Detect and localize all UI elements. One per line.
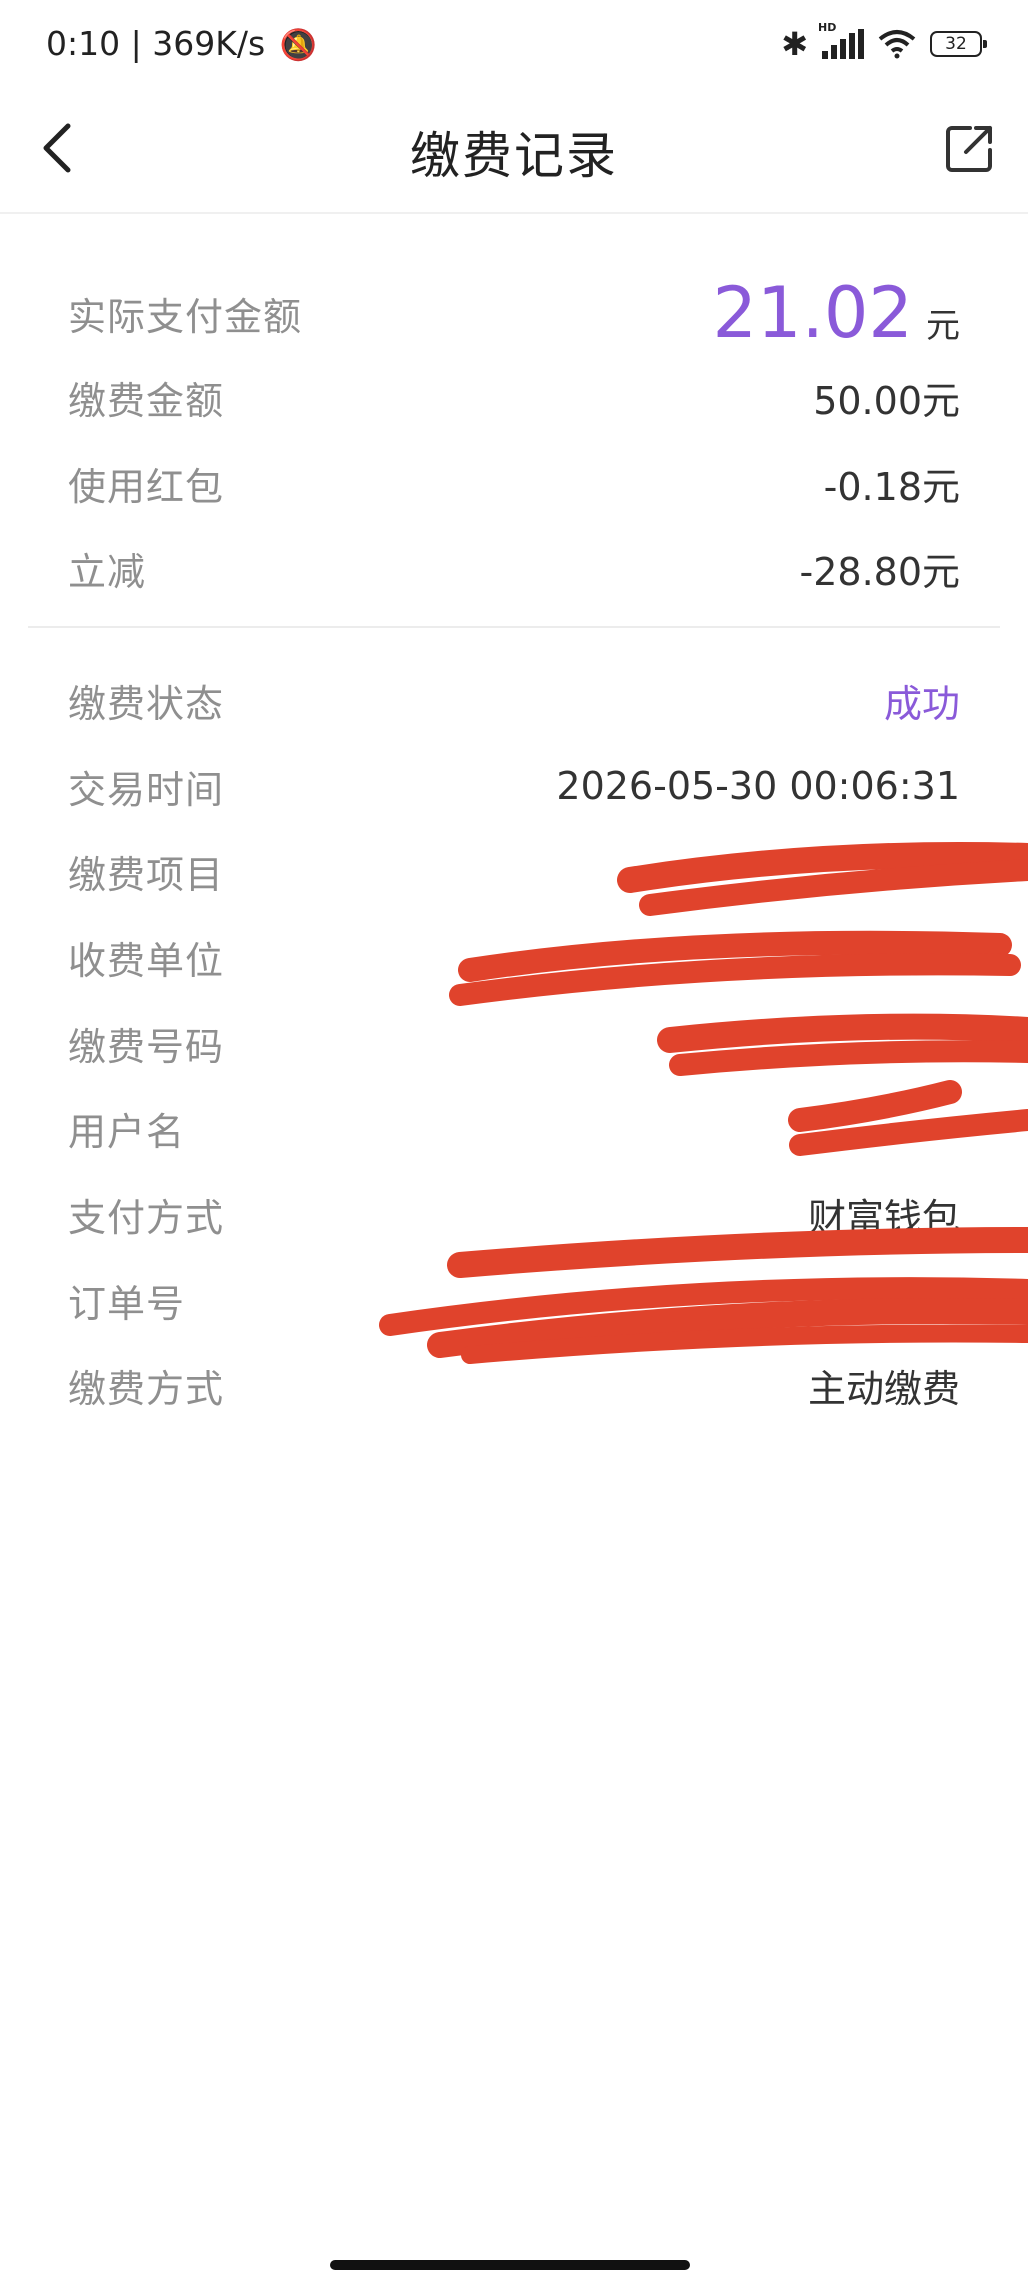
redaction-scribbles	[379, 842, 1028, 1364]
home-indicator[interactable]	[330, 2260, 690, 2270]
